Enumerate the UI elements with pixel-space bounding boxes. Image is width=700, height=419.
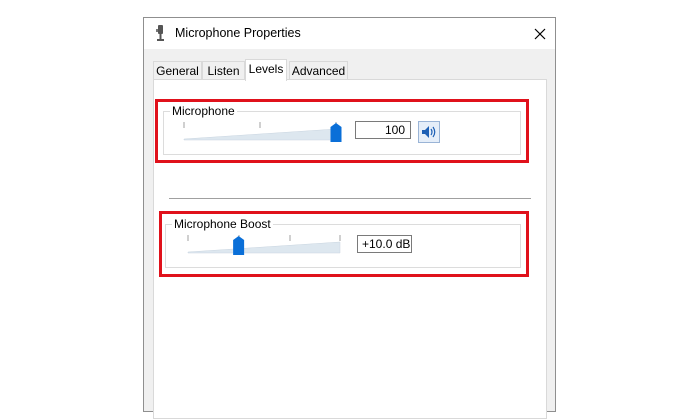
boost-slider-track	[187, 241, 341, 254]
tab-listen[interactable]: Listen	[202, 61, 245, 80]
microphone-mute-button[interactable]	[418, 121, 440, 143]
microphone-slider-thumb[interactable]	[330, 123, 342, 142]
levels-panel: Microphone 100 Microphone Boost +10.0 dB	[153, 79, 547, 419]
microphone-boost-value[interactable]: +10.0 dB	[357, 235, 412, 253]
speaker-icon	[422, 126, 436, 138]
window-title: Microphone Properties	[175, 26, 301, 40]
tab-advanced[interactable]: Advanced	[289, 61, 348, 80]
microphone-boost-group-label: Microphone Boost	[172, 217, 273, 231]
microphone-properties-window: Microphone Properties General Listen Lev…	[143, 17, 556, 419]
close-icon	[534, 28, 546, 39]
microphone-group-label: Microphone	[170, 104, 237, 118]
tab-strip: General Listen Levels Advanced	[153, 59, 547, 81]
tab-general[interactable]: General	[153, 61, 202, 80]
panel-separator	[169, 198, 531, 199]
title-bar: Microphone Properties	[144, 18, 555, 49]
microphone-icon	[156, 25, 164, 41]
microphone-level-value[interactable]: 100	[355, 121, 411, 139]
tab-levels[interactable]: Levels	[245, 59, 287, 81]
boost-slider-thumb[interactable]	[233, 236, 245, 255]
close-button[interactable]	[525, 18, 555, 49]
microphone-slider-track	[183, 128, 337, 141]
microphone-volume-slider[interactable]	[183, 119, 343, 145]
microphone-boost-slider[interactable]	[187, 232, 347, 258]
